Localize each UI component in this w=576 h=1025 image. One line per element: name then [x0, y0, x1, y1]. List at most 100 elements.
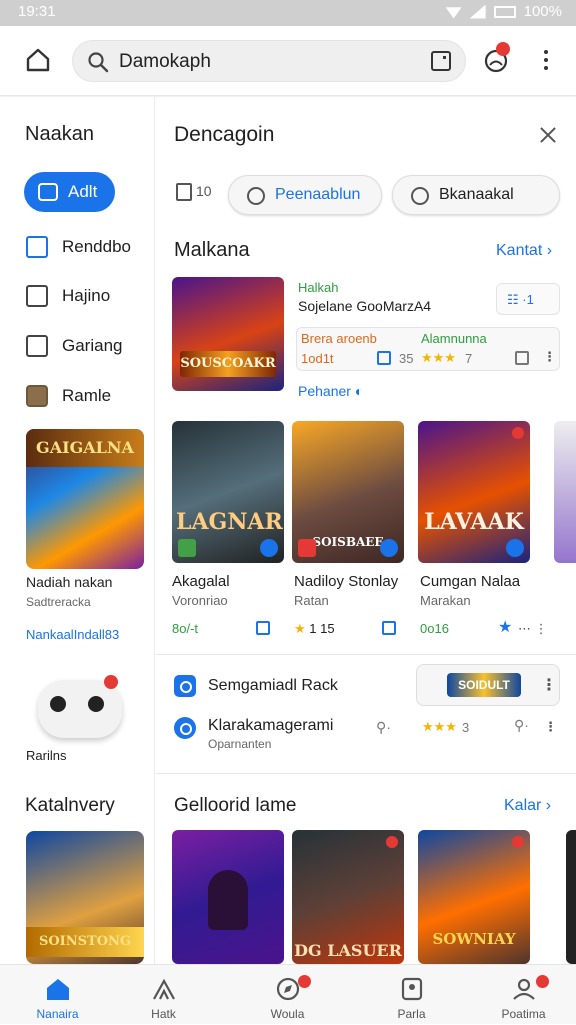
more-icon[interactable]: ⋯ ⋮: [518, 621, 548, 637]
tabs-icon[interactable]: [431, 51, 451, 71]
avatar-icon: [26, 385, 48, 407]
nav-badge: [298, 975, 311, 988]
featured-link-label: Pehaner: [298, 383, 351, 399]
controller-label: Rarilns: [26, 748, 67, 763]
badge-icon: [512, 427, 524, 439]
book-icon: [26, 285, 48, 307]
row-stars: ★★★: [422, 719, 457, 734]
filter-count: 10: [196, 183, 212, 199]
chip-0[interactable]: Peenaablun: [228, 175, 382, 215]
sidebar-item-label: Gariang: [62, 336, 123, 355]
promo-logo: GAIGALNA: [26, 429, 144, 467]
character-image: [208, 870, 248, 930]
sidebar-game-card[interactable]: SOINSTONG: [26, 831, 144, 964]
status-bar: 19:31 100%: [0, 0, 576, 26]
image-icon: [26, 335, 48, 357]
row-title-1[interactable]: Semgamiadl Rack: [208, 677, 338, 695]
bottom-card-1[interactable]: DG LASUER: [292, 830, 404, 964]
filter-icon[interactable]: [176, 183, 192, 201]
game-card-3-peek[interactable]: [554, 421, 576, 563]
game-card-0[interactable]: LAGNAR: [172, 421, 284, 563]
tent-icon: [153, 978, 175, 1000]
bottom-card-logo: SOWNIAY: [432, 930, 516, 948]
save-icon[interactable]: [256, 619, 270, 637]
promo-link[interactable]: NankaalIndall83: [26, 627, 119, 642]
bottom-card-2[interactable]: SOWNIAY: [418, 830, 530, 964]
game-title-0[interactable]: Akagalal: [172, 573, 230, 590]
sidebar-title: Naakan: [25, 123, 94, 145]
featured-stars: ★★★: [421, 350, 456, 365]
search-icon: [88, 52, 109, 73]
nav-label: Parla: [397, 1007, 426, 1021]
save-icon[interactable]: [382, 619, 396, 637]
more-link-label: Kalar: [504, 797, 542, 814]
promo-game-image[interactable]: GAIGALNA: [26, 429, 144, 569]
section-title-2: Gelloorid lame: [174, 795, 297, 816]
sidebar: Naakan Adlt Renddbo Hajino Gariang Ramle…: [0, 97, 155, 964]
share-icon[interactable]: ⚲·: [514, 717, 529, 734]
ad-banner[interactable]: SOIDULT ⋮: [416, 664, 560, 706]
featured-title[interactable]: Sojelane GooMarzA4: [298, 298, 431, 314]
nav-home[interactable]: Nanaira: [0, 965, 115, 1025]
more-icon[interactable]: ⋮: [543, 349, 556, 365]
star-icon[interactable]: ★: [498, 617, 512, 637]
row-title-2[interactable]: Klarakamagerami: [208, 717, 333, 735]
game-meta-1: ★ 1 15: [294, 621, 335, 636]
top-bar: Damokaph: [0, 26, 576, 96]
app-icon: [174, 675, 196, 697]
download-icon: [380, 539, 398, 557]
battery-level: 100%: [523, 3, 562, 20]
featured-label-b: Alamnunna: [421, 331, 487, 346]
featured-game-image[interactable]: SOUSCOAKR: [172, 277, 284, 391]
featured-label-a: Brera aroenb: [301, 331, 377, 346]
more-menu-icon[interactable]: [536, 46, 556, 74]
bottom-card-3-peek[interactable]: [566, 830, 576, 964]
home-icon[interactable]: [24, 46, 52, 74]
main-panel: Dencagoin 10 Peenaablun Bkanaakal Malkan…: [156, 97, 576, 964]
featured-link[interactable]: Pehaner ◐: [298, 383, 363, 399]
download-icon: [506, 539, 524, 557]
promo-name[interactable]: Nadiah nakan: [26, 574, 112, 590]
close-icon[interactable]: [540, 127, 556, 143]
calendar-icon[interactable]: [515, 349, 529, 367]
featured-rating: 7: [465, 351, 473, 366]
sidebar-item-label: Ramle: [62, 386, 112, 405]
featured-stats[interactable]: ☷ ·1: [496, 283, 560, 315]
rating-tag-icon: [298, 539, 316, 557]
section-more-link[interactable]: Kantat ›: [496, 242, 552, 260]
stats-icon: ☷ ·1: [507, 292, 534, 307]
add-button[interactable]: Adlt: [24, 172, 115, 212]
chip-label: Peenaablun: [275, 186, 361, 203]
bottom-card-0[interactable]: [172, 830, 284, 964]
game-card-1[interactable]: SOISBAEE: [292, 421, 404, 563]
game-meta-2: 0o16: [420, 621, 449, 636]
section-more-link-2[interactable]: Kalar ›: [504, 797, 551, 815]
nav-3[interactable]: Parla: [354, 965, 469, 1025]
badge-icon: [512, 836, 524, 848]
bottom-navigation: Nanaira Hatk Woula Parla Poatima: [0, 964, 576, 1024]
notification-badge: [496, 42, 510, 56]
controller-badge: [104, 675, 118, 689]
nav-1[interactable]: Hatk: [106, 965, 221, 1025]
home-icon: [47, 979, 69, 1000]
game-card-2[interactable]: LAVAAK: [418, 421, 530, 563]
download-icon: [260, 539, 278, 557]
featured-value-a: 1od1t: [301, 351, 334, 366]
nav-4[interactable]: Poatima: [466, 965, 576, 1025]
game-title-2[interactable]: Cumgan Nalaa: [420, 573, 520, 590]
more-icon[interactable]: ⋮: [544, 719, 557, 735]
search-query[interactable]: Damokaph: [119, 51, 211, 73]
chat-icon: [38, 183, 58, 201]
more-icon[interactable]: ⋮: [541, 675, 557, 695]
person-icon: [411, 187, 429, 205]
nav-2[interactable]: Woula: [230, 965, 345, 1025]
chip-label: Bkanaakal: [439, 186, 514, 203]
game-title-1[interactable]: Nadiloy Stonlay: [294, 573, 398, 590]
page-title: Dencagoin: [174, 123, 275, 146]
nav-label: Nanaira: [36, 1007, 79, 1021]
search-bar[interactable]: Damokaph: [72, 40, 466, 82]
featured-logo: SOUSCOAKR: [180, 351, 276, 377]
chip-1[interactable]: Bkanaakal: [392, 175, 560, 215]
person-icon[interactable]: ⚲·: [376, 719, 391, 736]
bookmark-icon: [401, 977, 423, 1001]
